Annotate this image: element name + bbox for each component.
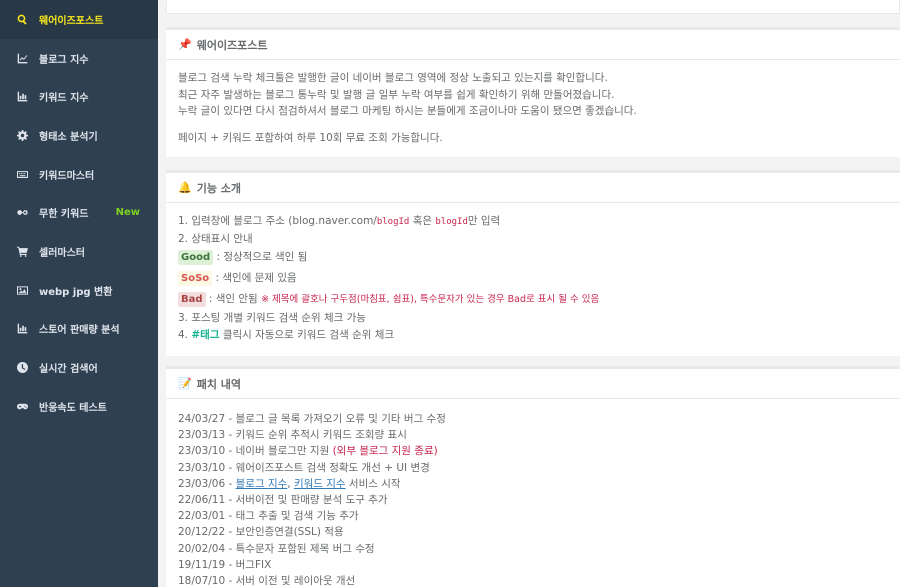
sidebar-item-whereispost[interactable]: 웨어이즈포스트 xyxy=(0,0,158,39)
bar-chart-icon xyxy=(16,323,28,335)
sidebar-item-label: 셀러마스터 xyxy=(39,247,85,259)
feature-text: 4. xyxy=(178,328,192,341)
sidebar-item-label: 웨어이즈포스트 xyxy=(39,15,104,27)
good-badge: Good xyxy=(178,250,214,265)
sidebar-item-label: 형태소 분석기 xyxy=(39,131,98,143)
status-bad-row: Bad : 색인 안됨 ※ 제목에 괄호나 구두점(마침표, 쉼표), 특수문자… xyxy=(178,289,888,310)
intro-line: 누락 글이 있다면 다시 점검하셔서 블로그 마케팅 하시는 분들에게 조금이나… xyxy=(178,105,637,117)
blog-index-link[interactable]: 블로그 지수 xyxy=(236,478,288,490)
keyword-index-link[interactable]: 키워드 지수 xyxy=(294,478,346,490)
bad-badge: Bad xyxy=(178,292,206,307)
line-chart-icon xyxy=(16,52,28,64)
patch-panel: 📝 패치 내역 24/03/27 - 블로그 글 목록 가져오기 오류 및 기타… xyxy=(166,366,900,587)
status-desc: : 색인 안됨 xyxy=(205,293,262,305)
patch-entry: 20/02/04 - 특수문자 포함된 제목 버그 수정 xyxy=(178,542,375,555)
patch-entry: 19/11/19 - 버그FIX xyxy=(178,558,272,571)
keyboard-icon xyxy=(16,168,28,180)
panel-header: 📌 웨어이즈포스트 xyxy=(166,30,900,60)
sidebar-item-seller-master[interactable]: 셀러마스터 xyxy=(0,232,158,271)
tag-text: #태그 xyxy=(191,328,220,341)
search-icon xyxy=(16,13,28,25)
feature-item-3: 3. 포스팅 개별 키워드 검색 순위 체크 가능 xyxy=(178,312,366,324)
intro-line: 블로그 검색 누락 체크툴은 발행한 글이 네이버 블로그 영역에 정상 노출되… xyxy=(178,72,608,84)
soso-badge: SoSo xyxy=(178,271,213,286)
feature-text: 혹은 xyxy=(409,215,436,227)
status-good-row: Good : 정상적으로 색인 됨 xyxy=(178,247,888,268)
feature-text: 만 입력 xyxy=(467,215,501,227)
code-blogid: blogId xyxy=(376,217,410,227)
sidebar-item-label: webp jpg 변환 xyxy=(39,286,113,298)
image-icon xyxy=(16,284,28,296)
panel-body: 24/03/27 - 블로그 글 목록 가져오기 오류 및 기타 버그 수정 2… xyxy=(166,399,900,587)
patch-entry: 20/12/22 - 보안인증연결(SSL) 적용 xyxy=(178,526,344,539)
sidebar-item-label: 반응속도 테스트 xyxy=(39,402,107,414)
sidebar-item-webp-convert[interactable]: webp jpg 변환 xyxy=(0,271,158,310)
code-blogid: blogId xyxy=(435,217,468,227)
sidebar-item-keyword-index[interactable]: 키워드 지수 xyxy=(0,77,158,116)
usage-limit-text: 페이지 + 키워드 포함하여 하루 10회 무료 조회 가능합니다. xyxy=(178,131,443,144)
panel-title: 웨어이즈포스트 xyxy=(196,38,268,52)
panel-header: 📝 패치 내역 xyxy=(166,369,900,399)
sidebar-item-label: 무한 키워드 xyxy=(39,209,89,221)
main-content: 📌 웨어이즈포스트 블로그 검색 누락 체크툴은 발행한 글이 네이버 블로그 … xyxy=(158,0,900,587)
feature-item-4: 4. #태그 클릭시 자동으로 키워드 검색 순위 체크 xyxy=(178,327,888,344)
bell-icon: 🔔 xyxy=(178,181,192,194)
sidebar-item-morpheme[interactable]: 형태소 분석기 xyxy=(0,116,158,155)
panel-title: 패치 내역 xyxy=(196,377,242,391)
patch-entry: 23/03/10 - 네이버 블로그만 지원 (외부 블로그 지원 종료) xyxy=(178,443,888,459)
sidebar-item-blog-index[interactable]: 블로그 지수 xyxy=(0,39,158,78)
feature-text: 1. 입력창에 블로그 주소 (blog.naver.com/ xyxy=(178,215,377,227)
features-panel: 🔔 기능 소개 1. 입력창에 블로그 주소 (blog.naver.com/b… xyxy=(166,170,900,356)
new-badge: New xyxy=(115,207,140,219)
sidebar-item-label: 스토어 판매량 분석 xyxy=(39,325,120,337)
sidebar-item-infinite-keyword[interactable]: 무한 키워드 New xyxy=(0,193,158,232)
patch-entry: 18/07/10 - 서버 이전 및 레이아웃 개선 xyxy=(178,575,356,587)
clock-icon xyxy=(16,362,28,374)
sidebar-item-label: 키워드 지수 xyxy=(39,93,89,105)
sidebar-item-realtime-search[interactable]: 실시간 검색어 xyxy=(0,348,158,387)
feature-item-2: 2. 상태표시 안내 xyxy=(178,232,253,245)
sidebar: 웨어이즈포스트 블로그 지수 키워드 지수 형태소 분석기 키워드마스터 무한 … xyxy=(0,0,158,587)
patch-entry: 22/03/01 - 태그 추출 및 검색 기능 추가 xyxy=(178,510,359,523)
intro-line: 최근 자주 발생하는 블로그 통누락 및 발행 글 일부 누락 여부를 쉽게 확… xyxy=(178,88,615,101)
cart-icon xyxy=(16,245,28,257)
patch-text: 서비스 시작 xyxy=(345,477,401,490)
sidebar-item-label: 블로그 지수 xyxy=(39,54,89,66)
search-panel-edge xyxy=(166,0,900,14)
feature-item-1: 1. 입력창에 블로그 주소 (blog.naver.com/blogId 혹은… xyxy=(178,213,888,231)
patch-entry: 22/06/11 - 서버이전 및 판매량 분석 도구 추가 xyxy=(178,494,388,507)
sidebar-item-reaction-test[interactable]: 반응속도 테스트 xyxy=(0,387,158,426)
patch-entry: 23/03/13 - 키워드 순위 추적시 키워드 조회량 표시 xyxy=(178,429,407,442)
sidebar-item-label: 실시간 검색어 xyxy=(39,364,98,376)
status-desc: : 정상적으로 색인 됨 xyxy=(213,251,308,263)
gamepad-icon xyxy=(16,400,28,412)
sidebar-item-keyword-master[interactable]: 키워드마스터 xyxy=(0,155,158,194)
patch-text: 23/03/06 - xyxy=(178,477,236,490)
panel-header: 🔔 기능 소개 xyxy=(166,173,900,203)
infinity-icon xyxy=(16,207,28,219)
patch-warning: (외부 블로그 지원 종료) xyxy=(332,445,438,458)
panel-body: 블로그 검색 누락 체크툴은 발행한 글이 네이버 블로그 영역에 정상 노출되… xyxy=(166,60,900,156)
sidebar-item-label: 키워드마스터 xyxy=(39,170,95,182)
feature-text: 클릭시 자동으로 키워드 검색 순위 체크 xyxy=(219,328,395,341)
sidebar-item-store-sales[interactable]: 스토어 판매량 분석 xyxy=(0,310,158,349)
patch-text: , xyxy=(287,477,294,490)
status-desc: : 색인에 문제 있음 xyxy=(212,272,297,284)
bar-chart-icon xyxy=(16,91,28,103)
panel-title: 기능 소개 xyxy=(196,181,242,195)
panel-body: 1. 입력창에 블로그 주소 (blog.naver.com/blogId 혹은… xyxy=(166,203,900,353)
patch-entry: 24/03/27 - 블로그 글 목록 가져오기 오류 및 기타 버그 수정 xyxy=(178,413,446,425)
bad-warning: ※ 제목에 괄호나 구두점(마침표, 쉼표), 특수문자가 있는 경우 Bad로… xyxy=(261,294,600,305)
memo-icon: 📝 xyxy=(178,377,192,390)
patch-entry: 23/03/06 - 블로그 지수, 키워드 지수 서비스 시작 xyxy=(178,476,888,492)
patch-text: 23/03/10 - 네이버 블로그만 지원 xyxy=(178,445,333,458)
patch-entry: 23/03/10 - 웨어이즈포스트 검색 정확도 개선 + UI 변경 xyxy=(178,461,430,474)
intro-panel: 📌 웨어이즈포스트 블로그 검색 누락 체크툴은 발행한 글이 네이버 블로그 … xyxy=(166,27,900,157)
pushpin-icon: 📌 xyxy=(178,38,192,51)
status-soso-row: SoSo : 색인에 문제 있음 xyxy=(178,268,888,289)
gear-icon xyxy=(16,129,28,141)
